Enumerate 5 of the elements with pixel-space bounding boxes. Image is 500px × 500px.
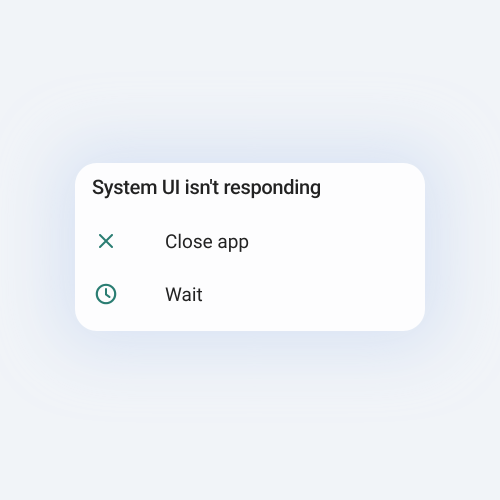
close-icon <box>99 234 113 248</box>
dialog-option[interactable]: Wait <box>91 268 409 320</box>
dialog-title: System UI isn't responding <box>92 174 322 198</box>
clock-icon <box>95 283 117 305</box>
dialog-option[interactable]: Close app <box>91 214 409 268</box>
